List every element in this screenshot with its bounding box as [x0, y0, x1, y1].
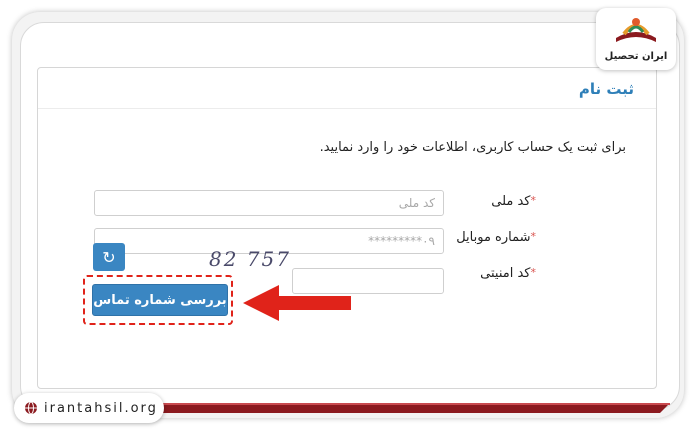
refresh-icon: ↻	[102, 247, 116, 267]
national-code-label-text: کد ملی	[491, 194, 531, 209]
logo-text: ایران تحصیل	[604, 51, 668, 62]
mobile-label-text: شماره موبایل	[456, 230, 531, 245]
intro-text: برای ثبت یک حساب کاربری، اطلاعات خود را …	[319, 140, 626, 155]
book-icon	[616, 18, 656, 42]
security-code-label: *کد امنیتی	[480, 266, 536, 281]
panel-divider	[38, 108, 656, 109]
security-code-label-text: کد امنیتی	[480, 266, 531, 281]
national-code-label: *کد ملی	[491, 194, 536, 209]
required-mark: *	[530, 266, 537, 279]
site-badge: irantahsil.org	[14, 393, 164, 423]
site-url: irantahsil.org	[44, 400, 158, 416]
brand-logo: ایران تحصیل	[596, 8, 676, 70]
captcha-refresh-button[interactable]: ↻	[93, 243, 125, 271]
national-code-input[interactable]	[94, 190, 444, 216]
required-mark: *	[530, 230, 537, 243]
required-mark: *	[530, 194, 537, 207]
check-phone-button[interactable]: بررسی شماره تماس	[92, 284, 228, 316]
mobile-label: *شماره موبایل	[456, 230, 536, 245]
globe-icon	[25, 401, 37, 415]
screenshot-frame: ثبت نام برای ثبت یک حساب کاربری، اطلاعات…	[20, 22, 680, 410]
panel-title: ثبت نام	[578, 80, 634, 98]
register-panel: ثبت نام برای ثبت یک حساب کاربری، اطلاعات…	[37, 67, 657, 389]
arrow-left-icon	[243, 285, 351, 321]
captcha-image: 82 757	[209, 247, 291, 271]
